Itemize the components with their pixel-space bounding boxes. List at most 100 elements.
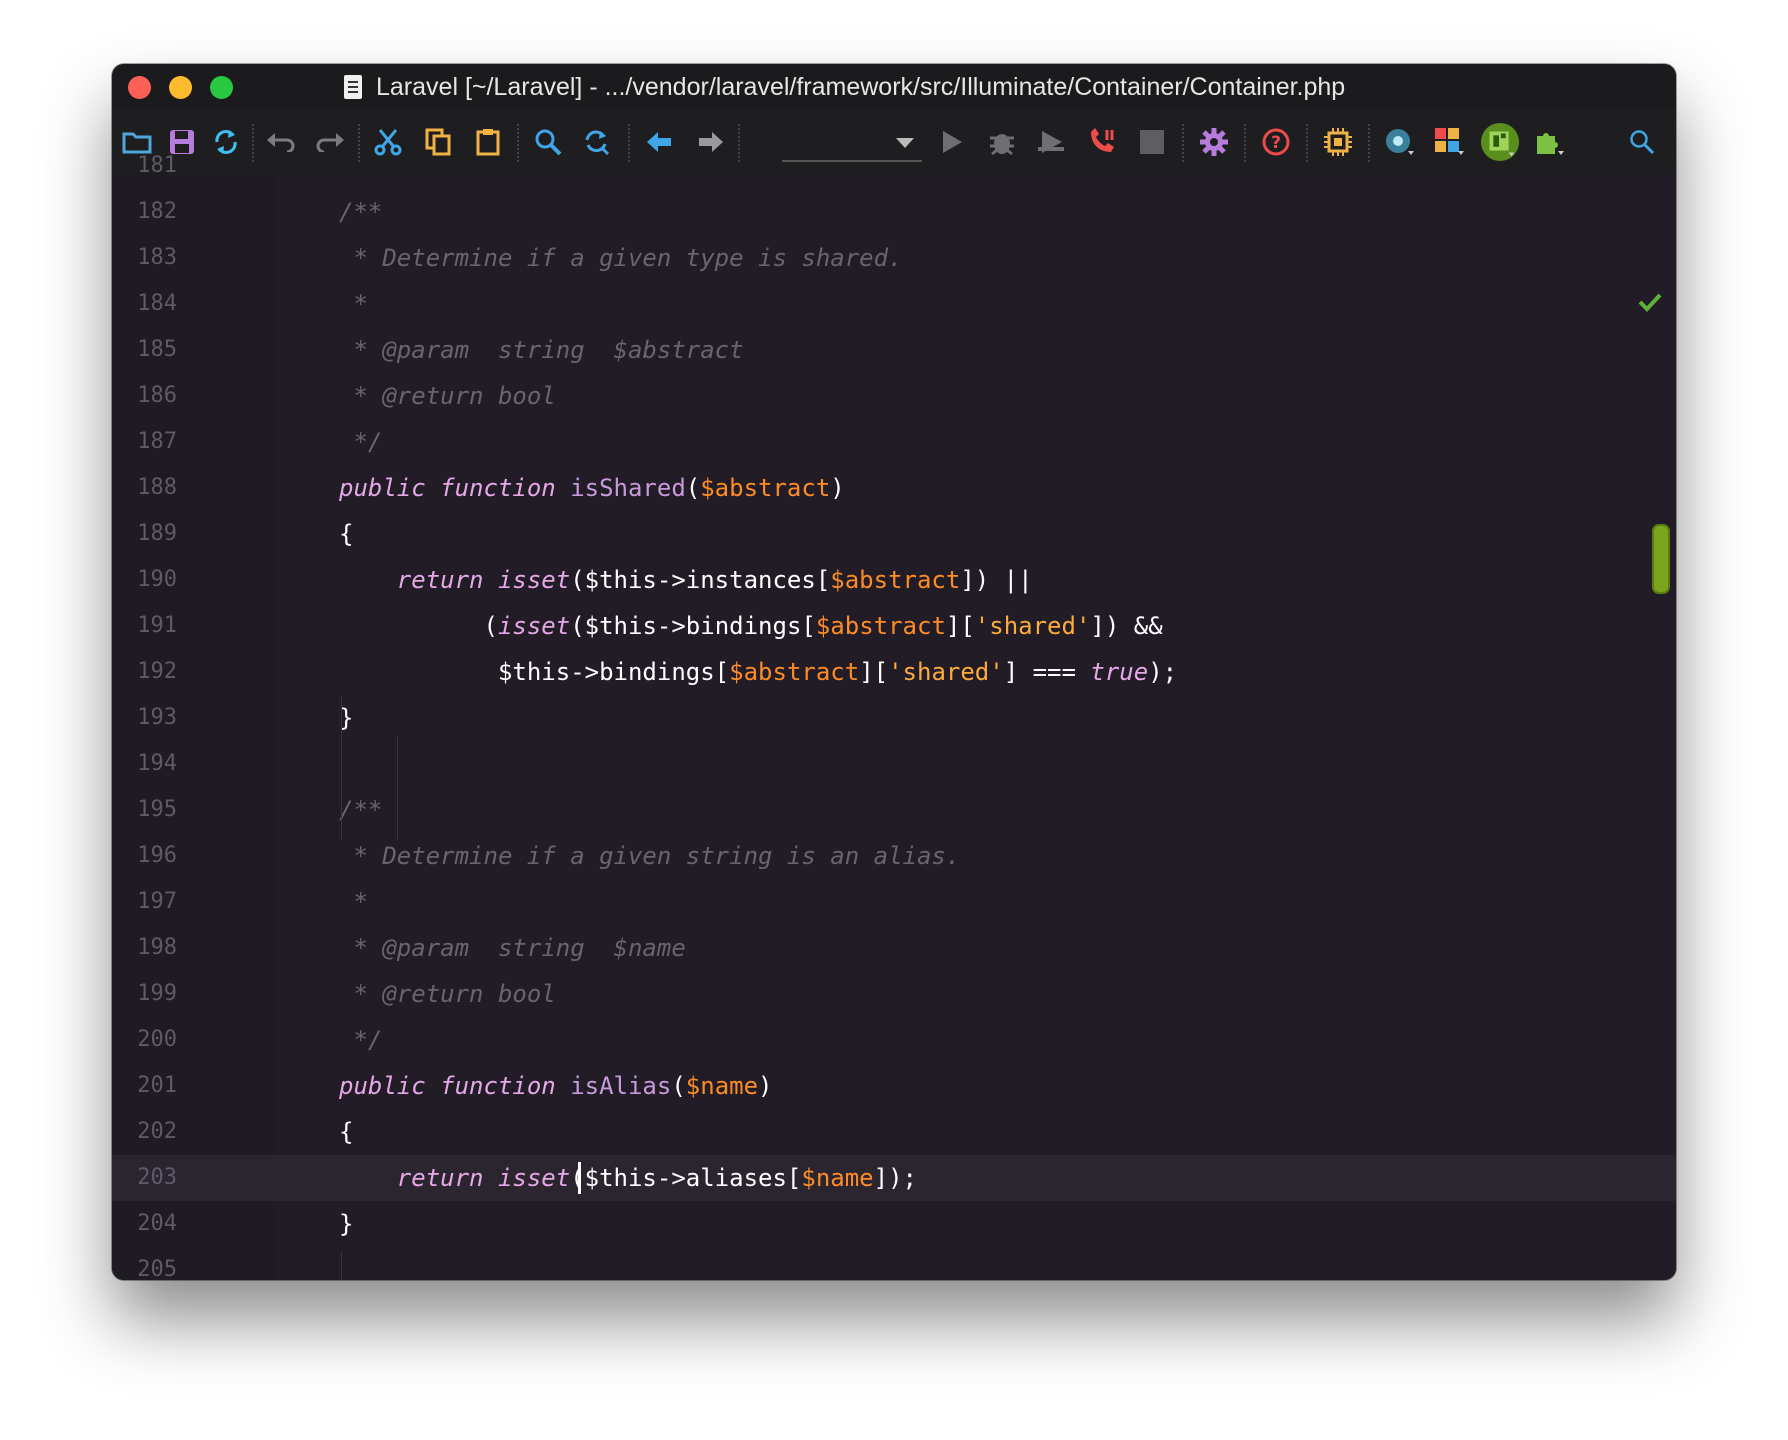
line-number: 192	[137, 659, 177, 684]
code-token: );	[1148, 658, 1178, 686]
line-number: 189	[137, 521, 177, 546]
line-number: 188	[137, 475, 177, 500]
window-title-text: Laravel [~/Laravel] - .../vendor/laravel…	[376, 72, 1346, 101]
current-code-line[interactable]: 203 return isset($this->aliases[$name]);	[112, 1155, 1676, 1201]
code-line[interactable]: 187 */	[112, 419, 1676, 465]
line-number: 182	[137, 199, 177, 224]
code-line[interactable]: 205	[112, 1247, 1676, 1280]
window-controls	[128, 76, 233, 99]
php-file-icon	[344, 75, 362, 99]
code-token: 'shared'	[974, 612, 1091, 640]
line-number: 191	[137, 613, 177, 638]
code-line[interactable]: 197 *	[112, 879, 1676, 925]
title-bar: Laravel [~/Laravel] - .../vendor/laravel…	[112, 64, 1676, 110]
code-token: ($this->aliases[	[570, 1164, 802, 1192]
code-line[interactable]: 201 public function isAlias($name)	[112, 1063, 1676, 1109]
code-token: isset	[497, 612, 571, 640]
code-token: ]) &&	[1090, 612, 1163, 640]
code-text: (isset($this->bindings[$abstract]['share…	[339, 603, 1163, 649]
code-token: ][	[945, 612, 975, 640]
code-line[interactable]: 198 * @param string $name	[112, 925, 1676, 971]
code-line[interactable]: 189 {	[112, 511, 1676, 557]
code-line[interactable]: 186 * @return bool	[112, 373, 1676, 419]
code-line[interactable]: 190 return isset($this->instances[$abstr…	[112, 557, 1676, 603]
text-caret	[578, 1162, 581, 1194]
code-token: *	[339, 290, 368, 318]
code-line[interactable]: 188 public function isShared($abstract)	[112, 465, 1676, 511]
line-number: 202	[137, 1119, 177, 1144]
code-text: return isset($this->aliases[$name]);	[339, 1155, 917, 1201]
indent-guide	[341, 696, 342, 840]
code-text: public function isShared($abstract)	[339, 465, 845, 511]
code-token: public function	[339, 474, 571, 502]
code-line[interactable]: 184 *	[112, 281, 1676, 327]
code-token: /**	[339, 796, 383, 824]
indent-guide	[341, 1252, 342, 1280]
code-line[interactable]: 185 * @param string $abstract	[112, 327, 1676, 373]
line-number: 183	[137, 245, 177, 270]
code-text: *	[339, 879, 367, 925]
code-token: ($this->bindings[	[570, 612, 816, 640]
code-token: {	[339, 520, 354, 548]
code-text: {	[339, 1109, 353, 1155]
code-line[interactable]: 192 $this->bindings[$abstract]['shared']…	[112, 649, 1676, 695]
line-number: 197	[137, 889, 177, 914]
code-editor[interactable]: 181 182 /** 183 * Determine if a given type…	[112, 153, 1676, 1280]
scrollbar-thumb[interactable]	[1652, 524, 1670, 594]
code-line[interactable]: 199 * @return bool	[112, 971, 1676, 1017]
code-token: ] ===	[1003, 658, 1091, 686]
code-token: $abstract	[815, 612, 946, 640]
code-token: $name	[801, 1164, 874, 1192]
code-line[interactable]: 183 * Determine if a given type is share…	[112, 235, 1676, 281]
code-token: {	[339, 1118, 354, 1146]
code-token: ][	[859, 658, 889, 686]
code-token: )	[830, 474, 845, 502]
code-token: */	[339, 1026, 383, 1054]
code-token: * @param string $name	[339, 934, 686, 962]
code-line[interactable]: 194	[112, 741, 1676, 787]
code-text: /**	[339, 189, 382, 235]
code-token: $abstract	[830, 566, 961, 594]
code-line[interactable]: 182 /**	[112, 189, 1676, 235]
code-token: 'shared'	[888, 658, 1004, 686]
line-number: 187	[137, 429, 177, 454]
code-token: isShared	[570, 474, 686, 502]
code-line[interactable]: 202 {	[112, 1109, 1676, 1155]
code-text: * @return bool	[339, 373, 555, 419]
line-number: 198	[137, 935, 177, 960]
code-line[interactable]: 196 * Determine if a given string is an …	[112, 833, 1676, 879]
zoom-window-button[interactable]	[210, 76, 233, 99]
code-line[interactable]: 191 (isset($this->bindings[$abstract]['s…	[112, 603, 1676, 649]
code-token: * @return bool	[339, 980, 556, 1008]
minimize-window-button[interactable]	[169, 76, 192, 99]
code-token: (	[685, 474, 701, 502]
close-window-button[interactable]	[128, 76, 151, 99]
line-number: 204	[137, 1211, 177, 1236]
line-number: 196	[137, 843, 177, 868]
line-number: 194	[137, 751, 177, 776]
line-number: 184	[137, 291, 177, 316]
code-token: return isset	[396, 1164, 571, 1192]
code-text: * Determine if a given string is an alia…	[339, 833, 960, 879]
code-token: $this->bindings[	[339, 658, 730, 686]
code-line[interactable]: 195 /**	[112, 787, 1676, 833]
line-number: 199	[137, 981, 177, 1006]
code-token: /**	[339, 198, 383, 226]
code-line[interactable]: 181	[112, 143, 1676, 189]
line-number: 201	[137, 1073, 177, 1098]
code-token: $name	[685, 1072, 759, 1100]
inspection-ok-icon[interactable]	[1638, 292, 1662, 316]
code-token: $abstract	[700, 474, 831, 502]
code-line[interactable]: 193}	[112, 695, 1676, 741]
line-number: 181	[137, 153, 177, 178]
code-token: */	[339, 428, 383, 456]
line-number: 186	[137, 383, 177, 408]
line-number: 193	[137, 705, 177, 730]
code-line[interactable]: 200 */	[112, 1017, 1676, 1063]
code-token: return isset	[396, 566, 571, 594]
line-number: 205	[137, 1257, 177, 1280]
code-line[interactable]: 204}	[112, 1201, 1676, 1247]
indent-guide	[397, 736, 398, 840]
code-token: * Determine if a given type is shared.	[339, 244, 903, 272]
